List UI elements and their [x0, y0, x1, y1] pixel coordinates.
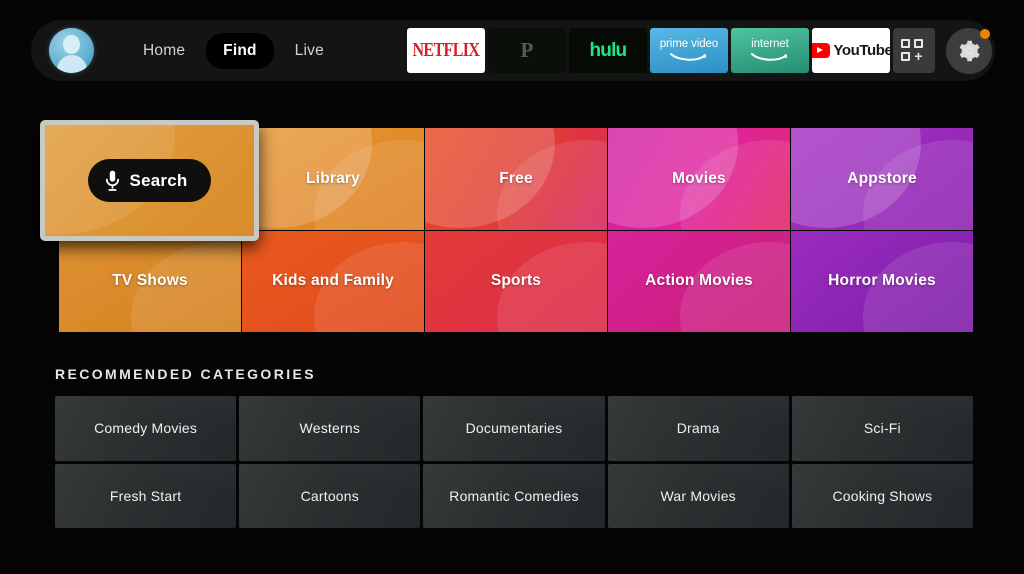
top-navigation-bar: Home Find Live NETFLIX P hulu prime vide…	[31, 20, 995, 81]
rec-tile-drama[interactable]: Drama	[607, 396, 789, 461]
peacock-logo-icon: P	[520, 38, 534, 62]
nav-links: Home Find Live	[126, 32, 341, 69]
avatar-body	[56, 55, 87, 73]
tile-search-focused[interactable]: Search	[40, 120, 259, 241]
tile-label: Free	[499, 169, 533, 187]
rec-tile-fresh-start[interactable]: Fresh Start	[55, 463, 237, 528]
tile-action-movies[interactable]: Action Movies	[608, 230, 790, 332]
search-button[interactable]: Search	[87, 159, 212, 202]
netflix-logo-text: NETFLIX	[412, 39, 480, 61]
settings-button[interactable]	[945, 27, 992, 74]
rec-tile-comedy-movies[interactable]: Comedy Movies	[55, 396, 237, 461]
recommended-categories-grid: Comedy Movies Westerns Documentaries Dra…	[55, 396, 973, 528]
rec-tile-romantic-comedies[interactable]: Romantic Comedies	[423, 463, 605, 528]
recommended-categories-title: RECOMMENDED CATEGORIES	[55, 366, 316, 382]
app-netflix[interactable]: NETFLIX	[406, 28, 485, 73]
app-peacock[interactable]: P	[487, 28, 566, 73]
rec-tile-label: Cooking Shows	[832, 487, 933, 504]
rec-tile-label: Drama	[676, 420, 720, 437]
tile-horror-movies[interactable]: Horror Movies	[791, 230, 973, 332]
nav-item-live[interactable]: Live	[278, 33, 341, 69]
tile-appstore[interactable]: Appstore	[791, 128, 973, 230]
tile-movies[interactable]: Movies	[608, 128, 790, 230]
tile-label: Appstore	[847, 169, 917, 187]
apps-grid-icon: +	[901, 38, 926, 63]
hulu-logo-text: hulu	[589, 39, 627, 61]
tile-label: Horror Movies	[828, 272, 936, 290]
tile-library[interactable]: Library	[242, 128, 424, 230]
tile-blob	[425, 128, 555, 228]
plus-icon: +	[914, 48, 923, 64]
tile-label: Library	[306, 169, 360, 187]
rec-tile-documentaries[interactable]: Documentaries	[423, 396, 605, 461]
tile-label: Kids and Family	[272, 272, 394, 290]
rec-tile-sci-fi[interactable]: Sci-Fi	[791, 396, 973, 461]
tile-kids-and-family[interactable]: Kids and Family	[242, 230, 424, 332]
tile-label: TV Shows	[112, 272, 188, 290]
youtube-play-icon	[811, 43, 831, 58]
tile-tv-shows[interactable]: TV Shows	[59, 230, 241, 332]
tile-label: Sports	[490, 272, 542, 290]
rec-tile-label: War Movies	[660, 487, 736, 504]
rec-tile-label: Romantic Comedies	[449, 487, 579, 504]
app-shortcut-list: NETFLIX P hulu prime video internet YouT…	[406, 27, 992, 74]
rec-tile-label: Comedy Movies	[94, 420, 198, 437]
rec-tile-label: Documentaries	[465, 420, 563, 437]
tile-label: Movies	[672, 169, 726, 187]
rec-tile-label: Fresh Start	[109, 487, 182, 504]
app-youtube[interactable]: YouTube	[811, 28, 890, 73]
avatar-head	[63, 35, 80, 54]
app-prime-video[interactable]: prime video	[649, 28, 728, 73]
rec-tile-label: Cartoons	[300, 487, 359, 504]
search-label: Search	[129, 170, 188, 190]
nav-item-home[interactable]: Home	[126, 33, 202, 69]
app-hulu[interactable]: hulu	[568, 28, 647, 73]
all-apps-button[interactable]: +	[892, 28, 935, 73]
rec-tile-westerns[interactable]: Westerns	[239, 396, 421, 461]
youtube-logo-text: YouTube	[833, 42, 890, 59]
tile-free[interactable]: Free	[425, 128, 607, 230]
rec-tile-cooking-shows[interactable]: Cooking Shows	[791, 463, 973, 528]
microphone-icon	[105, 170, 119, 191]
tile-sports[interactable]: Sports	[425, 230, 607, 332]
amazon-smile-icon	[669, 52, 707, 61]
rec-tile-label: Westerns	[299, 420, 361, 437]
rec-tile-cartoons[interactable]: Cartoons	[239, 463, 421, 528]
nav-item-find[interactable]: Find	[206, 32, 274, 69]
tile-label: Action Movies	[645, 272, 753, 290]
amazon-smile-icon	[750, 52, 788, 61]
app-internet[interactable]: internet	[730, 28, 809, 73]
user-avatar[interactable]	[49, 28, 94, 73]
firetv-find-screen: Home Find Live NETFLIX P hulu prime vide…	[0, 0, 1024, 574]
gear-icon	[959, 40, 980, 61]
notification-dot	[979, 28, 990, 39]
rec-tile-war-movies[interactable]: War Movies	[607, 463, 789, 528]
internet-logo-text: internet	[751, 38, 789, 51]
rec-tile-label: Sci-Fi	[863, 420, 901, 437]
prime-video-logo-text: prime video	[659, 38, 719, 51]
